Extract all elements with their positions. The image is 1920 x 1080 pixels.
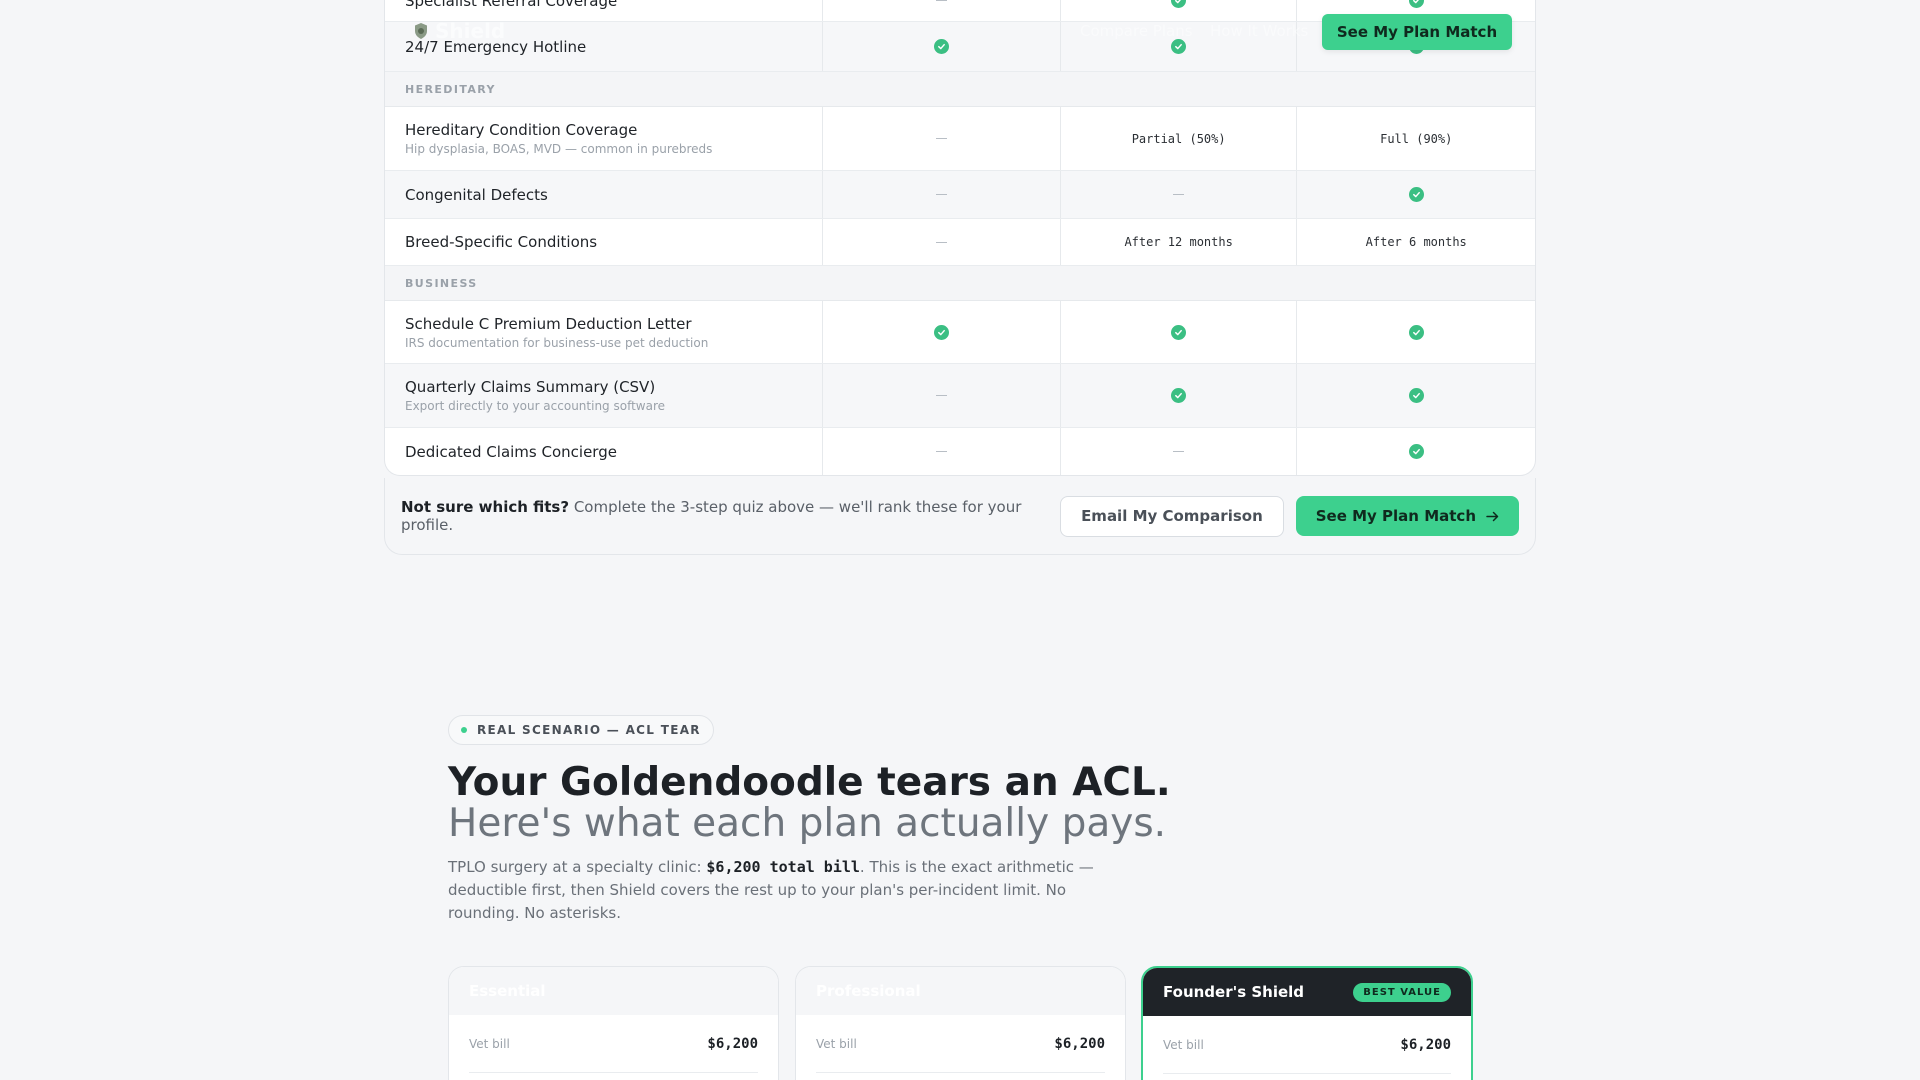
coverage-value: After 6 months [1365, 235, 1467, 249]
cta-question: Not sure which fits? [401, 498, 570, 516]
vet-bill-value: $6,200 [707, 1035, 758, 1052]
table-row: Breed-Specific Conditions After 12 month… [385, 219, 1535, 266]
feature-label: Schedule C Premium Deduction Letter [405, 314, 692, 333]
check-icon [1171, 388, 1187, 403]
nav-link[interactable]: How It Works [1210, 22, 1308, 40]
feature-label: Specialist Referral Coverage [405, 0, 618, 10]
plan-card-professional: Professional Vet bill $6,200 [795, 966, 1126, 1080]
check-icon [1408, 0, 1424, 8]
plan-line-vet-bill: Vet bill $6,200 [1163, 1016, 1451, 1074]
not-included-dash [936, 194, 948, 195]
total-bill: $6,200 total bill [706, 858, 860, 876]
coverage-value: After 12 months [1124, 235, 1233, 249]
check-icon [1408, 388, 1424, 403]
feature-description: Export directly to your accounting softw… [405, 399, 666, 413]
plan-match-label: See My Plan Match [1315, 507, 1476, 525]
scenario-subtitle: Here's what each plan actually pays. [448, 801, 1167, 846]
plan-match-button[interactable]: See My Plan Match [1295, 496, 1519, 536]
comparison-table: Specialist Referral Coverage 24/7 Emerge… [384, 0, 1536, 476]
comparison-cta-bar: Not sure which fits? Complete the 3-step… [384, 478, 1536, 555]
scenario-description: TPLO surgery at a specialty clinic: $6,2… [448, 858, 1094, 922]
feature-label: Congenital Defects [405, 185, 548, 204]
scenario-title: Your Goldendoodle tears an ACL. [448, 760, 1171, 805]
logo-text: Shield [435, 19, 506, 43]
not-included-dash [936, 241, 948, 243]
not-included-dash [936, 451, 948, 452]
plan-line-vet-bill: Vet bill $6,200 [469, 1015, 758, 1073]
check-icon [1408, 444, 1424, 459]
table-row: Schedule C Premium Deduction Letter IRS … [385, 301, 1535, 364]
cta-text: Not sure which fits? Complete the 3-step… [401, 498, 1060, 534]
shield-logo-icon [415, 23, 427, 39]
table-row: Congenital Defects [385, 171, 1535, 219]
best-value-badge: BEST VALUE [1353, 982, 1451, 1002]
not-included-dash [1173, 194, 1185, 195]
vet-bill-value: $6,200 [1400, 1036, 1451, 1053]
site-logo[interactable]: Shield [413, 19, 533, 43]
feature-description: IRS documentation for business-use pet d… [405, 335, 709, 350]
table-row: Dedicated Claims Concierge [385, 428, 1535, 475]
not-included-dash [936, 138, 948, 139]
not-included-dash [936, 395, 948, 396]
arrow-right-icon [1486, 511, 1499, 521]
plan-line-vet-bill: Vet bill $6,200 [816, 1015, 1105, 1073]
status-dot-icon [461, 727, 467, 733]
section-header-business: BUSINESS [385, 266, 1535, 301]
vet-bill-value: $6,200 [1054, 1035, 1105, 1052]
check-icon [1171, 0, 1187, 8]
plan-card-founders-shield: Founder's Shield BEST VALUE Vet bill $6,2… [1141, 966, 1473, 1080]
header-plan-match-button[interactable]: See My Plan Match [1322, 14, 1512, 50]
check-icon [1171, 39, 1187, 54]
not-included-dash [1173, 451, 1185, 452]
coverage-value: Partial (50%) [1131, 131, 1226, 146]
table-row: Hereditary Condition Coverage Hip dyspla… [385, 107, 1535, 171]
check-icon [1171, 324, 1187, 340]
feature-label: Dedicated Claims Concierge [405, 442, 617, 461]
section-header-hereditary: HEREDITARY [385, 72, 1535, 107]
table-row: Quarterly Claims Summary (CSV) Export di… [385, 364, 1535, 428]
feature-label: Breed-Specific Conditions [405, 233, 598, 251]
plan-name: Professional [816, 982, 921, 1000]
not-included-dash [936, 0, 948, 1]
nav-link[interactable]: Compare Plans [1080, 22, 1193, 40]
plan-card-essential: Essential Vet bill $6,200 [448, 966, 779, 1080]
feature-label: Hereditary Condition Coverage [405, 121, 638, 139]
plan-name: Founder's Shield [1163, 983, 1305, 1001]
check-icon [934, 39, 950, 54]
check-icon [934, 324, 950, 340]
check-icon [1408, 324, 1424, 340]
plan-name: Essential [469, 982, 546, 1000]
scenario-pill: REAL SCENARIO — ACL TEAR [448, 715, 714, 745]
email-comparison-button[interactable]: Email My Comparison [1060, 495, 1284, 537]
feature-description: Hip dysplasia, BOAS, MVD — common in pur… [405, 142, 713, 156]
feature-label: Quarterly Claims Summary (CSV) [405, 378, 656, 396]
check-icon [1408, 187, 1424, 202]
coverage-value: Full (90%) [1380, 131, 1453, 146]
scenario-pill-label: REAL SCENARIO — ACL TEAR [477, 723, 701, 737]
